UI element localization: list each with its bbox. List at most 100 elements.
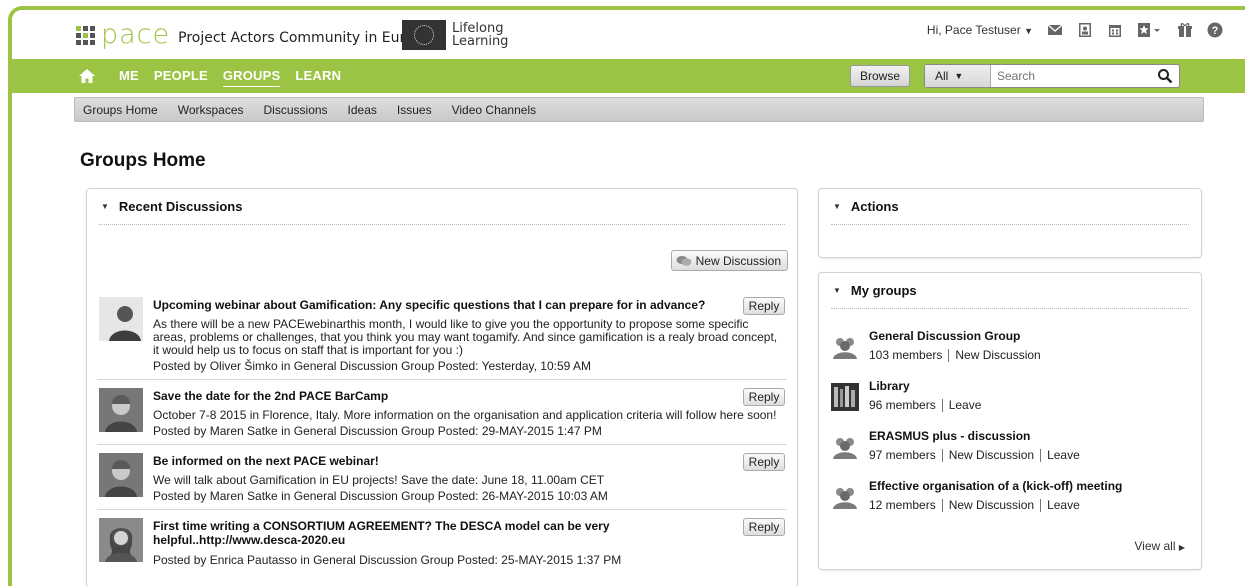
subnav-item-issues[interactable]: Issues	[397, 103, 432, 117]
collapse-triangle-icon: ▼	[101, 202, 109, 211]
group-item: ERASMUS plus - discussion 97 members New D…	[831, 429, 1189, 479]
svg-text:?: ?	[1212, 25, 1219, 37]
search-input[interactable]	[997, 68, 1147, 84]
separator	[941, 448, 943, 462]
contact-card-icon[interactable]	[1077, 22, 1093, 38]
group-people-icon[interactable]	[831, 483, 859, 511]
nav-item-groups[interactable]: GROUPS	[222, 68, 281, 87]
mail-icon[interactable]	[1047, 22, 1063, 38]
panel-header[interactable]: ▼ My groups	[831, 273, 1189, 309]
discussion-bubble-icon	[676, 255, 692, 267]
group-meta: 97 members New Discussion Leave	[869, 448, 1189, 462]
nav-items: ME PEOPLE GROUPS LEARN	[119, 68, 341, 87]
my-groups-panel: ▼ My groups General Discussion Group 103 …	[818, 272, 1202, 570]
leave-group-link[interactable]: Leave	[1047, 448, 1080, 462]
chevron-down-icon: ▼	[1024, 26, 1033, 36]
subnav-item-discussions[interactable]: Discussions	[264, 103, 328, 117]
search-icon[interactable]	[1157, 68, 1173, 84]
group-member-count[interactable]: 103 members	[869, 348, 942, 362]
group-item: Library 96 members Leave	[831, 379, 1189, 429]
discussion-list: Upcoming webinar about Gamification: Any…	[97, 289, 787, 573]
logo-mark-icon	[76, 25, 95, 45]
nav-item-people[interactable]: PEOPLE	[154, 68, 208, 87]
reply-button[interactable]: Reply	[743, 518, 785, 536]
search-box: All ▼	[924, 64, 1180, 88]
lifelong-line2: Learning	[452, 34, 509, 49]
discussion-item: Be informed on the next PACE webinar! We …	[97, 445, 787, 510]
site-header: pace Project Actors Community in Europe …	[12, 10, 1245, 58]
group-member-count[interactable]: 97 members	[869, 448, 936, 462]
avatar[interactable]	[99, 518, 143, 562]
group-name[interactable]: ERASMUS plus - discussion	[869, 429, 1189, 443]
logo-tagline: Project Actors Community in Europe	[178, 30, 431, 46]
reply-button[interactable]: Reply	[743, 388, 785, 406]
discussion-body: As there will be a new PACEwebinarthis m…	[153, 317, 778, 357]
group-name[interactable]: Library	[869, 379, 1189, 393]
discussion-title[interactable]: Save the date for the 2nd PACE BarCamp	[153, 389, 787, 403]
panel-title: Actions	[850, 199, 899, 214]
actions-panel: ▼ Actions	[818, 188, 1202, 258]
panel-header[interactable]: ▼ Recent Discussions	[99, 189, 785, 225]
collapse-triangle-icon: ▼	[833, 202, 841, 211]
browse-button[interactable]: Browse	[850, 65, 910, 87]
group-item: General Discussion Group 103 members New D…	[831, 329, 1189, 379]
discussion-title[interactable]: Upcoming webinar about Gamification: Any…	[153, 298, 787, 312]
lifelong-learning-logo: Lifelong Learning	[402, 20, 508, 50]
subnav-item-groups-home[interactable]: Groups Home	[83, 103, 158, 117]
library-icon[interactable]	[831, 383, 859, 411]
help-icon[interactable]: ?	[1207, 22, 1223, 38]
new-discussion-button[interactable]: New Discussion	[670, 250, 788, 271]
bookmark-icon[interactable]	[1137, 22, 1163, 38]
calendar-icon[interactable]	[1107, 22, 1123, 38]
view-all-label: View all	[1134, 539, 1176, 553]
new-discussion-label: New Discussion	[695, 253, 781, 268]
search-scope-value: All	[935, 69, 949, 83]
reply-button[interactable]: Reply	[743, 453, 785, 471]
sub-nav: Groups Home Workspaces Discussions Ideas Iss…	[74, 97, 1204, 122]
discussion-title[interactable]: Be informed on the next PACE webinar!	[153, 454, 787, 468]
discussion-meta: Posted by Oliver Šimko in General Discus…	[153, 359, 591, 373]
user-greeting: Hi, Pace Testuser	[926, 23, 1021, 37]
group-item: Effective organisation of a (kick-off) m…	[831, 479, 1189, 529]
new-discussion-link[interactable]: New Discussion	[949, 448, 1034, 462]
user-area: Hi, Pace Testuser ▼ ?	[927, 22, 1223, 38]
reply-button[interactable]: Reply	[743, 297, 785, 315]
avatar[interactable]	[99, 453, 143, 497]
pace-logo[interactable]: pace Project Actors Community in Europe	[76, 21, 431, 48]
chevron-down-icon: ▼	[954, 71, 964, 81]
page-title: Groups Home	[80, 150, 206, 171]
subnav-item-workspaces[interactable]: Workspaces	[178, 103, 244, 117]
nav-item-learn[interactable]: LEARN	[295, 68, 341, 87]
panel-header[interactable]: ▼ Actions	[831, 189, 1189, 225]
group-meta: 103 members New Discussion	[869, 348, 1189, 362]
separator	[941, 498, 943, 512]
discussion-item: Save the date for the 2nd PACE BarCamp Oc…	[97, 380, 787, 445]
leave-group-link[interactable]: Leave	[1047, 498, 1080, 512]
eu-flag-icon	[402, 20, 446, 50]
separator	[948, 348, 950, 362]
group-list: General Discussion Group 103 members New D…	[831, 329, 1189, 529]
panel-title: Recent Discussions	[118, 199, 243, 214]
search-scope-select[interactable]: All ▼	[925, 65, 991, 87]
group-name[interactable]: Effective organisation of a (kick-off) m…	[869, 479, 1189, 493]
avatar[interactable]	[99, 388, 143, 432]
subnav-item-video-channels[interactable]: Video Channels	[452, 103, 537, 117]
discussion-body: October 7-8 2015 in Florence, Italy. Mor…	[153, 408, 777, 422]
group-member-count[interactable]: 96 members	[869, 398, 936, 412]
user-menu[interactable]: Hi, Pace Testuser ▼	[927, 23, 1033, 37]
group-member-count[interactable]: 12 members	[869, 498, 936, 512]
new-discussion-link[interactable]: New Discussion	[955, 348, 1040, 362]
subnav-item-ideas[interactable]: Ideas	[348, 103, 377, 117]
group-name[interactable]: General Discussion Group	[869, 329, 1189, 343]
discussion-title[interactable]: First time writing a CONSORTIUM AGREEMEN…	[153, 519, 787, 547]
avatar[interactable]	[99, 297, 143, 341]
leave-group-link[interactable]: Leave	[949, 398, 982, 412]
home-icon[interactable]	[78, 67, 96, 85]
app-frame: pace Project Actors Community in Europe …	[8, 6, 1245, 586]
gift-icon[interactable]	[1177, 22, 1193, 38]
group-people-icon[interactable]	[831, 333, 859, 361]
new-discussion-link[interactable]: New Discussion	[949, 498, 1034, 512]
view-all-link[interactable]: View all ▶	[1134, 539, 1185, 553]
nav-item-me[interactable]: ME	[119, 68, 139, 87]
group-people-icon[interactable]	[831, 433, 859, 461]
